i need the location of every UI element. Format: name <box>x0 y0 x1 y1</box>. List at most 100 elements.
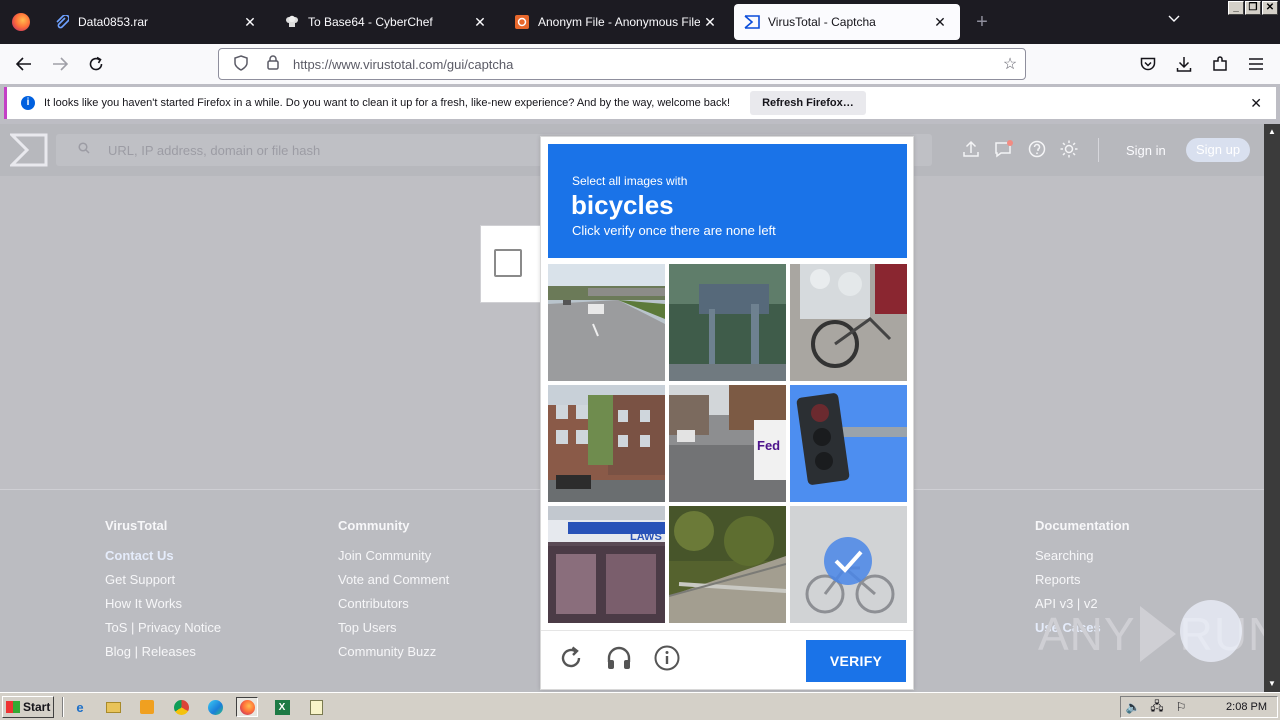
footer-link-reports[interactable]: Reports <box>1035 572 1130 588</box>
footer-link-tos-privacy[interactable]: ToS | Privacy Notice <box>105 620 221 636</box>
list-all-tabs-icon[interactable] <box>1168 12 1180 26</box>
scroll-up-icon[interactable]: ▲ <box>1264 124 1280 140</box>
theme-sun-icon[interactable] <box>1060 140 1078 163</box>
virustotal-logo-icon[interactable] <box>8 133 48 167</box>
notifications-icon[interactable] <box>994 140 1014 163</box>
footer-link-top-users[interactable]: Top Users <box>338 620 449 636</box>
refresh-firefox-button[interactable]: Refresh Firefox… <box>750 91 866 115</box>
header-divider <box>1098 138 1099 162</box>
footer-link-blog-releases[interactable]: Blog | Releases <box>105 644 221 660</box>
paperclip-icon <box>54 14 70 30</box>
network-icon[interactable]: 🖧 <box>1145 697 1169 718</box>
edge-icon[interactable] <box>204 697 226 717</box>
restore-icon[interactable]: ❐ <box>1245 1 1261 15</box>
anonymfile-icon <box>514 14 530 30</box>
page-scrollbar[interactable]: ▲ ▼ <box>1264 124 1280 692</box>
footer-link-get-support[interactable]: Get Support <box>105 572 221 588</box>
tab-strip: Data0853.rar ✕ To Base64 - CyberChef ✕ A… <box>0 0 1280 44</box>
footer-column-community: Community Join Community Vote and Commen… <box>338 518 449 668</box>
forward-button[interactable] <box>42 48 78 80</box>
pocket-icon[interactable] <box>1130 48 1166 80</box>
footer-link-searching[interactable]: Searching <box>1035 548 1130 564</box>
captcha-footer: VERIFY <box>541 630 913 690</box>
start-button[interactable]: Start <box>2 696 54 718</box>
captcha-tile-1-highway[interactable] <box>548 264 665 381</box>
tab-anonymfile[interactable]: Anonym File - Anonymous File Uplo ✕ <box>504 4 730 40</box>
footer-link-join-community[interactable]: Join Community <box>338 548 449 564</box>
captcha-tile-4-buildings[interactable] <box>548 385 665 502</box>
firefox-menu-icon[interactable] <box>0 0 42 44</box>
upload-icon[interactable] <box>962 140 980 163</box>
internet-explorer-icon[interactable]: e <box>69 697 91 717</box>
bookmark-star-icon[interactable]: ☆ <box>995 54 1025 74</box>
close-window-icon[interactable]: ✕ <box>1262 1 1278 15</box>
captcha-tile-2-bridge[interactable] <box>669 264 786 381</box>
info-help-icon[interactable] <box>654 645 680 671</box>
vt-header-icons <box>962 140 1078 163</box>
captcha-checkbox[interactable] <box>494 249 522 277</box>
scroll-down-icon[interactable]: ▼ <box>1264 676 1280 692</box>
hamburger-menu-icon[interactable] <box>1238 48 1274 80</box>
footer-link-vote-comment[interactable]: Vote and Comment <box>338 572 449 588</box>
verify-button[interactable]: VERIFY <box>806 640 906 682</box>
tab-title: Data0853.rar <box>78 15 149 29</box>
sign-up-button[interactable]: Sign up <box>1186 138 1250 162</box>
close-tab-icon[interactable]: ✕ <box>930 14 950 31</box>
footer-link-community-buzz[interactable]: Community Buzz <box>338 644 449 660</box>
captcha-tile-5-street-van[interactable]: Fed <box>669 385 786 502</box>
downloads-icon[interactable] <box>1166 48 1202 80</box>
footer-heading: VirusTotal <box>105 518 168 533</box>
media-player-icon[interactable] <box>136 697 158 717</box>
action-center-flag-icon[interactable]: ⚐ <box>1169 700 1193 714</box>
captcha-tile-6-traffic-light[interactable] <box>790 385 907 502</box>
new-tab-button[interactable]: + <box>962 0 1002 44</box>
tab-virustotal[interactable]: VirusTotal - Captcha ✕ <box>734 4 960 40</box>
notepad-icon[interactable] <box>305 697 327 717</box>
firefox-taskbar-icon[interactable] <box>236 697 258 717</box>
captcha-tile-7-storefront[interactable]: LAWS <box>548 506 665 623</box>
volume-icon[interactable]: 🔈 <box>1121 700 1145 714</box>
lock-icon[interactable] <box>263 55 283 73</box>
file-explorer-icon[interactable] <box>102 697 124 717</box>
svg-text:LAWS: LAWS <box>630 531 662 543</box>
footer-heading: Documentation <box>1035 518 1130 533</box>
captcha-tile-3-cargo-bicycle[interactable] <box>790 264 907 381</box>
prompt-line-3: Click verify once there are none left <box>572 223 776 238</box>
close-tab-icon[interactable]: ✕ <box>240 14 260 31</box>
close-notification-icon[interactable]: ✕ <box>1250 95 1262 112</box>
audio-challenge-headphones-icon[interactable] <box>606 645 632 671</box>
sign-in-link[interactable]: Sign in <box>1126 143 1166 158</box>
excel-icon[interactable]: X <box>271 697 293 717</box>
tab-title: VirusTotal - Captcha <box>768 15 876 29</box>
captcha-tile-8-roadside-greenery[interactable] <box>669 506 786 623</box>
url-text[interactable]: https://www.virustotal.com/gui/captcha <box>293 57 995 72</box>
refresh-firefox-notification: i It looks like you haven't started Fire… <box>4 87 1276 119</box>
captcha-checkbox-card <box>480 225 542 303</box>
minimize-icon[interactable]: _ <box>1228 1 1244 15</box>
search-placeholder: URL, IP address, domain or file hash <box>108 143 321 158</box>
toolbar-right <box>1130 48 1274 80</box>
close-tab-icon[interactable]: ✕ <box>470 14 490 31</box>
footer-link-contributors[interactable]: Contributors <box>338 596 449 612</box>
clock[interactable]: 2:08 PM <box>1226 701 1267 713</box>
captcha-tile-9-bicycle-selected[interactable] <box>790 506 907 623</box>
reload-button[interactable] <box>78 48 114 80</box>
back-button[interactable] <box>6 48 42 80</box>
chef-hat-icon <box>284 14 300 30</box>
help-icon[interactable] <box>1028 140 1046 163</box>
address-bar[interactable]: https://www.virustotal.com/gui/captcha ☆ <box>218 48 1026 80</box>
windows-taskbar: Start e X 🔈 🖧 ⚐ 2:08 PM <box>0 692 1280 720</box>
windows-logo-icon <box>6 701 20 713</box>
window-controls: _ ❐ ✕ <box>1228 1 1278 15</box>
footer-link-how-it-works[interactable]: How It Works <box>105 596 221 612</box>
watermark-circle <box>1180 600 1242 662</box>
footer-column-virustotal: VirusTotal Contact Us Get Support How It… <box>105 518 221 668</box>
extensions-icon[interactable] <box>1202 48 1238 80</box>
tracking-protection-shield-icon[interactable] <box>231 54 251 74</box>
footer-link-contact-us[interactable]: Contact Us <box>105 548 221 564</box>
tab-cyberchef[interactable]: To Base64 - CyberChef ✕ <box>274 4 500 40</box>
reload-challenge-icon[interactable] <box>558 645 584 671</box>
close-tab-icon[interactable]: ✕ <box>700 14 720 31</box>
chrome-icon[interactable] <box>170 697 192 717</box>
tab-data0853[interactable]: Data0853.rar ✕ <box>44 4 270 40</box>
